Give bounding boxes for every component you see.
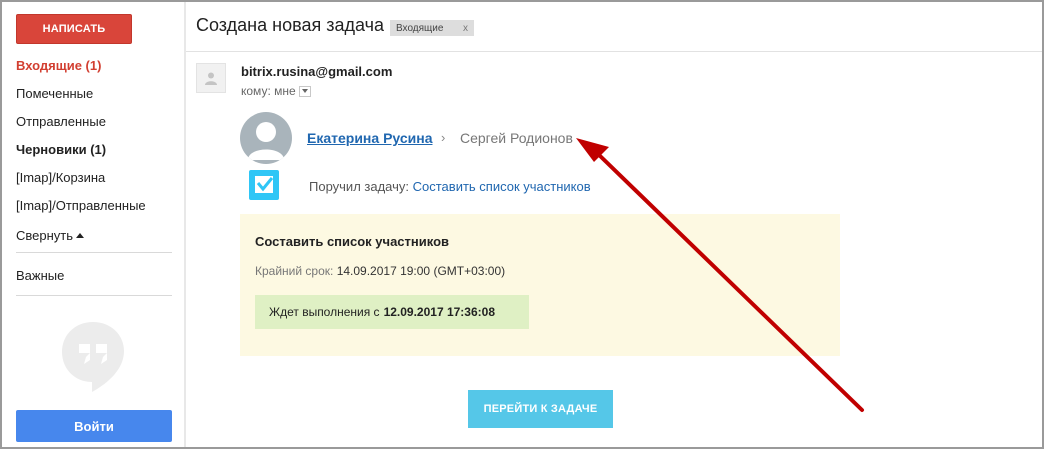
user-silhouette-icon xyxy=(248,122,284,160)
sender-email[interactable]: bitrix.rusina@gmail.com xyxy=(241,64,392,79)
compose-button[interactable]: НАПИСАТЬ xyxy=(16,14,132,44)
go-to-task-button[interactable]: ПЕРЕЙТИ К ЗАДАЧЕ xyxy=(468,390,613,428)
show-details-button[interactable] xyxy=(298,85,311,97)
deadline-label: Крайний срок: xyxy=(255,264,334,278)
sidebar: НАПИСАТЬ Входящие (1) Помеченные Отправл… xyxy=(2,2,180,447)
caret-up-icon xyxy=(76,232,85,238)
person-icon xyxy=(205,72,217,85)
folder-list: Входящие (1) Помеченные Отправленные Чер… xyxy=(16,54,176,250)
collapse-label: Свернуть xyxy=(16,228,74,243)
recipient-line: кому: мне xyxy=(241,84,311,98)
pane-divider xyxy=(184,2,186,447)
sender-avatar xyxy=(196,63,226,93)
subject-bar: Создана новая задача Входящие x xyxy=(186,2,1042,52)
task-card: Составить список участников Крайний срок… xyxy=(240,214,840,356)
assigned-line: Поручил задачу: Составить список участни… xyxy=(309,179,591,194)
signin-button[interactable]: Войти xyxy=(16,410,172,442)
status-badge: Ждет выполнения с 12.09.2017 17:36:08 xyxy=(255,295,529,329)
sidebar-item-inbox[interactable]: Входящие (1) xyxy=(16,54,176,82)
author-avatar xyxy=(240,112,292,164)
label-chip-text: Входящие xyxy=(396,22,444,34)
collapse-toggle[interactable]: Свернуть xyxy=(16,222,176,250)
sidebar-item-starred[interactable]: Помеченные xyxy=(16,82,176,110)
task-link[interactable]: Составить список участников xyxy=(413,179,591,194)
status-prefix: Ждет выполнения с xyxy=(269,305,380,319)
sidebar-divider xyxy=(16,295,172,296)
label-chip-inbox[interactable]: Входящие x xyxy=(390,20,474,36)
status-date: 12.09.2017 17:36:08 xyxy=(383,305,495,319)
task-author-link[interactable]: Екатерина Русина xyxy=(307,130,432,146)
sidebar-item-drafts[interactable]: Черновики (1) xyxy=(16,138,176,166)
chevron-right-icon: › xyxy=(441,130,446,145)
message-subject: Создана новая задача xyxy=(196,15,384,35)
task-assignee: Сергей Родионов xyxy=(460,130,573,146)
checkbox-task-icon xyxy=(249,170,279,200)
hangouts-quote-icon xyxy=(62,322,124,392)
assigned-prefix: Поручил задачу: xyxy=(309,179,409,194)
remove-label-icon[interactable]: x xyxy=(463,23,468,34)
recipient-text: кому: мне xyxy=(241,84,296,98)
sidebar-item-sent[interactable]: Отправленные xyxy=(16,110,176,138)
task-title: Составить список участников xyxy=(255,234,450,249)
sidebar-item-imap-sent[interactable]: [Imap]/Отправленные xyxy=(16,194,176,222)
sidebar-divider xyxy=(16,252,172,253)
sidebar-item-imap-trash[interactable]: [Imap]/Корзина xyxy=(16,166,176,194)
chevron-down-icon xyxy=(301,89,308,93)
sidebar-item-important[interactable]: Важные xyxy=(16,264,64,288)
deadline-value: 14.09.2017 19:00 (GMT+03:00) xyxy=(336,264,506,278)
deadline-line: Крайний срок: 14.09.2017 19:00 (GMT+03:0… xyxy=(255,264,505,278)
